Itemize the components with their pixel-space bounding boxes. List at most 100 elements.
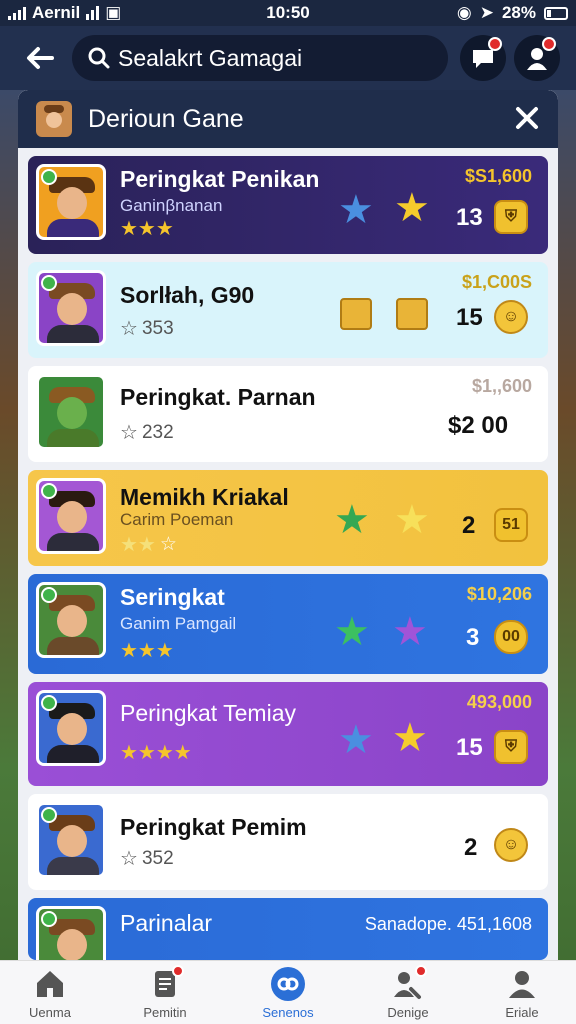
item-price: $1,,600 <box>471 376 532 396</box>
purple-star-icon: ★ <box>392 610 428 654</box>
coin-icon: ☺ <box>494 828 528 862</box>
gamepad-icon <box>277 977 299 991</box>
panel-header: Derioun Gane <box>18 90 558 148</box>
chat-badge <box>488 37 502 51</box>
profile-button[interactable] <box>514 35 560 81</box>
green-star-icon: ★ <box>334 610 370 654</box>
item-rating: ★★★★ <box>120 742 192 764</box>
item-count: $2 00 <box>448 412 509 439</box>
item-rating: ★★★ <box>120 218 174 240</box>
avatar <box>36 101 72 137</box>
item-price: $S1,600 <box>464 166 532 186</box>
back-button[interactable] <box>22 40 58 76</box>
list-item[interactable]: Peringkat Pemim ☆ 352 2 ☺ <box>28 794 548 890</box>
gold-star-icon: ★ <box>394 186 430 230</box>
search-icon <box>88 47 110 69</box>
item-price: 493,000 <box>466 692 532 712</box>
top-bar: Sealakrt Gamagai <box>0 26 576 90</box>
item-count: 3 <box>466 624 480 651</box>
battery-label: 28% <box>501 3 536 22</box>
item-count: 2 <box>462 512 476 539</box>
game-thumbnail <box>36 802 106 878</box>
panel-title: Derioun Gane <box>88 104 244 133</box>
green-star-icon: ★ <box>334 498 370 542</box>
item-subtitle: Carim Poeman <box>120 510 234 529</box>
item-count: 2 <box>464 834 478 861</box>
item-count: 15 <box>456 734 483 761</box>
nav-label: Denige <box>387 1005 429 1020</box>
nav-profile[interactable]: Eriale <box>472 967 572 1023</box>
profile-badge <box>542 37 556 51</box>
game-thumbnail <box>36 906 106 960</box>
nav-label: Pemitin <box>143 1005 187 1020</box>
coin-icon: ☺ <box>494 300 528 334</box>
bottom-nav: Uenma Pemitin Senenos Denige Eriale <box>0 960 576 1024</box>
list-item[interactable]: Peringkat Temiay ★★★★ ★ ★ 493,000 15 ⛨ <box>28 682 548 786</box>
home-icon <box>37 971 63 997</box>
chat-button[interactable] <box>460 35 506 81</box>
wifi-icon: ◉ <box>456 3 472 22</box>
game-thumbnail <box>36 582 106 658</box>
game-thumbnail <box>36 164 106 240</box>
status-bar: Aernil ▣ 10:50 ◉ ➤ 28% <box>0 0 576 26</box>
treasure-box-icon <box>340 298 372 330</box>
location-icon: ➤ <box>479 3 494 22</box>
game-thumbnail <box>36 690 106 766</box>
shield-badge-icon: ⛨ <box>494 200 528 234</box>
item-price: $1,C00S <box>461 272 532 292</box>
item-title: Peringkat Pemim <box>120 814 307 840</box>
item-count: 15 <box>456 304 483 331</box>
list-item[interactable]: Peringkat Penikan Ganinβnanan ★★★ ★ ★ $S… <box>28 156 548 254</box>
item-price: Sanadope. 451,1608 <box>364 914 532 934</box>
close-icon <box>516 107 538 129</box>
nav-badge <box>172 965 184 977</box>
item-token: 51 <box>494 508 528 542</box>
item-title: Sorlłah, G90 <box>120 282 255 308</box>
gift-box-icon <box>396 298 428 330</box>
nav-games[interactable]: Senenos <box>238 967 338 1023</box>
gold-star-icon: ★ <box>394 498 430 542</box>
game-thumbnail <box>36 478 106 554</box>
list-item[interactable]: Parinalar Sanadope. 451,1608 <box>28 898 548 960</box>
shield-badge-icon: ⛨ <box>494 730 528 764</box>
item-title: Memikh Kriakal <box>120 484 289 510</box>
nav-friends[interactable]: Denige <box>358 965 458 1023</box>
game-thumbnail <box>36 374 106 450</box>
arrow-left-icon <box>27 47 54 69</box>
search-input[interactable]: Sealakrt Gamagai <box>118 45 302 72</box>
close-button[interactable] <box>512 103 542 133</box>
nav-list[interactable]: Pemitin <box>115 965 215 1023</box>
item-title: Parinalar <box>120 910 213 936</box>
item-rating: ☆ 352 <box>120 847 174 871</box>
search-bar[interactable]: Sealakrt Gamagai <box>72 35 448 81</box>
nav-home[interactable]: Uenma <box>0 967 100 1023</box>
item-token: 00 <box>494 620 528 654</box>
nav-label: Senenos <box>262 1005 314 1020</box>
item-rating: ☆ 353 <box>120 317 174 341</box>
list-item[interactable]: Peringkat. Parnan ☆ 232 $1,,600 $2 00 <box>28 366 548 462</box>
item-count: 13 <box>456 204 483 231</box>
blue-star-icon: ★ <box>338 188 374 232</box>
profile-icon <box>509 971 535 998</box>
item-title: Peringkat Penikan <box>120 166 320 192</box>
results-panel: Derioun Gane Peringkat Penikan Ganinβnan… <box>18 90 558 960</box>
game-thumbnail <box>36 270 106 346</box>
item-price: $10,206 <box>466 584 532 604</box>
item-rating: ☆ 232 <box>120 421 174 445</box>
item-rating: ★★ ☆ <box>120 534 177 556</box>
nav-label: Eriale <box>505 1005 539 1020</box>
list-item[interactable]: Sorlłah, G90 ☆ 353 $1,C00S 15 ☺ <box>28 262 548 358</box>
battery-icon <box>544 6 568 20</box>
item-subtitle: Ganim Pamgail <box>120 614 237 633</box>
item-title: Peringkat Temiay <box>120 700 296 726</box>
blue-star-icon: ★ <box>338 718 374 762</box>
item-title: Peringkat. Parnan <box>120 384 316 410</box>
item-rating: ★★★ <box>120 640 174 662</box>
nav-label: Uenma <box>29 1005 71 1020</box>
gold-star-icon: ★ <box>392 716 428 760</box>
list-item[interactable]: Seringkat Ganim Pamgail ★★★ ★ ★ $10,206 … <box>28 574 548 674</box>
item-title: Seringkat <box>120 584 225 610</box>
list-item[interactable]: Memikh Kriakal Carim Poeman ★★ ☆ ★ ★ 2 51 <box>28 470 548 566</box>
nav-badge <box>415 965 427 977</box>
item-subtitle: Ganinβnanan <box>120 196 223 215</box>
